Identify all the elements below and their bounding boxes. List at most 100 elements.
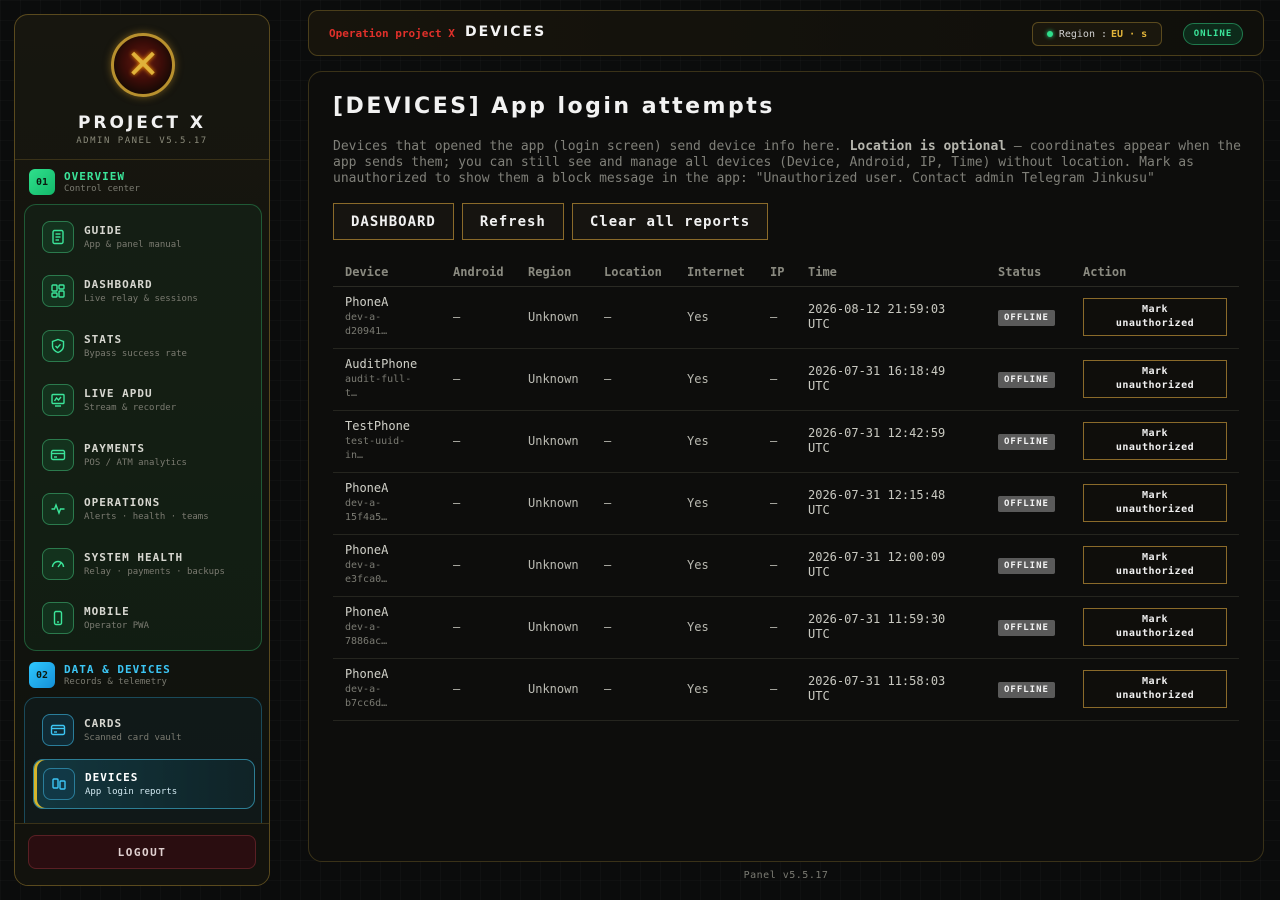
location-cell: — <box>592 596 675 659</box>
sidebar-item-payments[interactable]: PAYMENTS POS / ATM analytics <box>33 430 255 480</box>
sidebar-item-operations[interactable]: OPERATIONS Alerts · health · teams <box>33 484 255 534</box>
sidebar-item-sub: Operator PWA <box>84 621 150 631</box>
android-cell: — <box>441 410 516 473</box>
ip-cell: — <box>758 534 796 597</box>
card-icon <box>42 714 74 746</box>
device-id-line: audit-full- <box>345 374 412 385</box>
brand-subtitle: ADMIN PANEL V5.5.17 <box>76 136 208 146</box>
button-label: unauthorized <box>1115 566 1195 577</box>
table-row: PhoneA dev-a- 15f4a5… — Unknown — Yes —2026-07-… <box>333 472 1239 535</box>
dashboard-button[interactable]: DASHBOARD <box>333 203 454 240</box>
table-row: PhoneA dev-a-e3fca0… — Unknown — Yes —2026-07-… <box>333 534 1239 597</box>
device-id: test-uuid-in… <box>345 435 425 463</box>
status-cell: OFFLINE <box>986 534 1071 597</box>
mark-unauthorized-button[interactable]: Mark unauthorized <box>1083 484 1227 522</box>
mark-unauthorized-button[interactable]: Mark unauthorized <box>1083 608 1227 646</box>
time-value: 2026-07-31 12:42:59 <box>808 426 946 440</box>
sidebar-item-label: LIVE APDU <box>84 387 153 400</box>
sidebar-item-stats[interactable]: STATS Bypass success rate <box>33 321 255 371</box>
region-cell: Unknown <box>516 534 592 597</box>
sidebar-item-devices[interactable]: DEVICES App login reports <box>33 759 255 809</box>
sidebar-item-sub: Bypass success rate <box>84 349 187 359</box>
status-badge: OFFLINE <box>998 681 1055 698</box>
sidebar-item-label: GUIDE <box>84 224 123 237</box>
device-id-line: 7886ac… <box>345 636 388 647</box>
section-subtitle: Records & telemetry <box>64 677 167 687</box>
section-data-devices[interactable]: 02 DATA & DEVICES Records & telemetry <box>29 662 171 688</box>
mark-unauthorized-button[interactable]: Mark unauthorized <box>1083 546 1227 584</box>
status-badge: OFFLINE <box>998 433 1055 450</box>
internet-cell: Yes <box>675 410 758 473</box>
sidebar: ✕ PROJECT X ADMIN PANEL V5.5.17 01 OVERV… <box>14 14 270 886</box>
button-label: Mark <box>1141 614 1169 625</box>
time-zone: UTC <box>808 379 830 393</box>
mark-unauthorized-button[interactable]: Mark unauthorized <box>1083 360 1227 398</box>
location-cell: — <box>592 534 675 597</box>
section-title: DATA & DEVICES <box>64 663 171 676</box>
sidebar-item-dashboard[interactable]: DASHBOARD Live relay & sessions <box>33 266 255 316</box>
footer-version: Panel v5.5.17 <box>743 870 829 881</box>
main-panel: [DEVICES] App login attempts Devices tha… <box>308 71 1264 862</box>
region-cell: Unknown <box>516 658 592 721</box>
brand-title: PROJECT X <box>77 113 207 133</box>
device-name: PhoneA <box>345 605 389 619</box>
device-id-line: b7cc6d… <box>345 698 388 709</box>
column-header: Location <box>592 258 675 287</box>
status-badge: OFFLINE <box>998 495 1055 512</box>
sidebar-item-sub: Stream & recorder <box>84 403 177 413</box>
time-zone: UTC <box>808 503 830 517</box>
button-label: unauthorized <box>1115 690 1195 701</box>
action-bar: DASHBOARD Refresh Clear all reports <box>333 203 769 240</box>
time-value: 2026-07-31 12:15:48 <box>808 488 946 502</box>
region-value: EU · s <box>1111 28 1148 40</box>
sidebar-item-label: DEVICES <box>85 771 139 784</box>
sidebar-item-live-apdu[interactable]: LIVE APDU Stream & recorder <box>33 375 255 425</box>
location-cell: — <box>592 348 675 411</box>
time-zone: UTC <box>808 441 830 455</box>
sidebar-item-label: PAYMENTS <box>84 442 145 455</box>
internet-cell: Yes <box>675 534 758 597</box>
sidebar-item-system-health[interactable]: SYSTEM HEALTH Relay · payments · backups <box>33 539 255 589</box>
section-badge: 02 <box>29 662 55 688</box>
button-label: Mark <box>1141 676 1169 687</box>
status-cell: OFFLINE <box>986 472 1071 535</box>
mark-unauthorized-button[interactable]: Mark unauthorized <box>1083 422 1227 460</box>
column-header: Time <box>796 258 986 287</box>
device-id: dev-a-d20941… <box>345 311 425 339</box>
devices-icon <box>43 768 75 800</box>
status-badge: OFFLINE <box>998 619 1055 636</box>
logout-button[interactable]: LOGOUT <box>28 835 256 869</box>
section-overview[interactable]: 01 OVERVIEW Control center <box>29 169 140 195</box>
table-row: AuditPhone audit-full-t… — Unknown — Yes —2026… <box>333 348 1239 411</box>
action-cell: Mark unauthorized <box>1071 596 1239 659</box>
device-cell: AuditPhone audit-full-t… <box>333 348 441 411</box>
clear-reports-button[interactable]: Clear all reports <box>571 203 769 240</box>
internet-cell: Yes <box>675 658 758 721</box>
sidebar-item-cards[interactable]: CARDS Scanned card vault <box>33 705 255 755</box>
action-cell: Mark unauthorized <box>1071 348 1239 411</box>
sidebar-item-label: DASHBOARD <box>84 278 153 291</box>
action-cell: Mark unauthorized <box>1071 658 1239 721</box>
page-title: [DEVICES] App login attempts <box>333 94 775 119</box>
dashboard-icon <box>42 275 74 307</box>
column-header: Device <box>333 258 441 287</box>
region-indicator[interactable]: Region : EU · s <box>1032 22 1162 46</box>
mark-unauthorized-button[interactable]: Mark unauthorized <box>1083 298 1227 336</box>
device-cell: PhoneA dev-a- 15f4a5… <box>333 472 441 535</box>
status-cell: OFFLINE <box>986 596 1071 659</box>
time-cell: 2026-07-31 12:42:59 UTC <box>796 410 986 473</box>
sidebar-item-sub: App & panel manual <box>84 240 182 250</box>
sidebar-item-guide[interactable]: GUIDE App & panel manual <box>33 212 255 262</box>
mark-unauthorized-button[interactable]: Mark unauthorized <box>1083 670 1227 708</box>
overview-nav-group: GUIDE App & panel manual DASHBOARD Live re… <box>24 204 262 651</box>
refresh-button[interactable]: Refresh <box>461 203 564 240</box>
page-description: Devices that opened the app (login scree… <box>333 139 1243 187</box>
device-cell: PhoneA dev-a- 7886ac… <box>333 596 441 659</box>
sidebar-item-mobile[interactable]: MOBILE Operator PWA <box>33 593 255 643</box>
time-value: 2026-07-31 11:58:03 <box>808 674 946 688</box>
table-header-row: Device Android Region Location Internet … <box>333 258 1239 287</box>
time-cell: 2026-08-12 21:59:03 UTC <box>796 286 986 349</box>
top-bar: Operation project X DEVICES Region : EU … <box>308 10 1264 56</box>
time-cell: 2026-07-31 12:15:48 UTC <box>796 472 986 535</box>
time-zone: UTC <box>808 565 830 579</box>
